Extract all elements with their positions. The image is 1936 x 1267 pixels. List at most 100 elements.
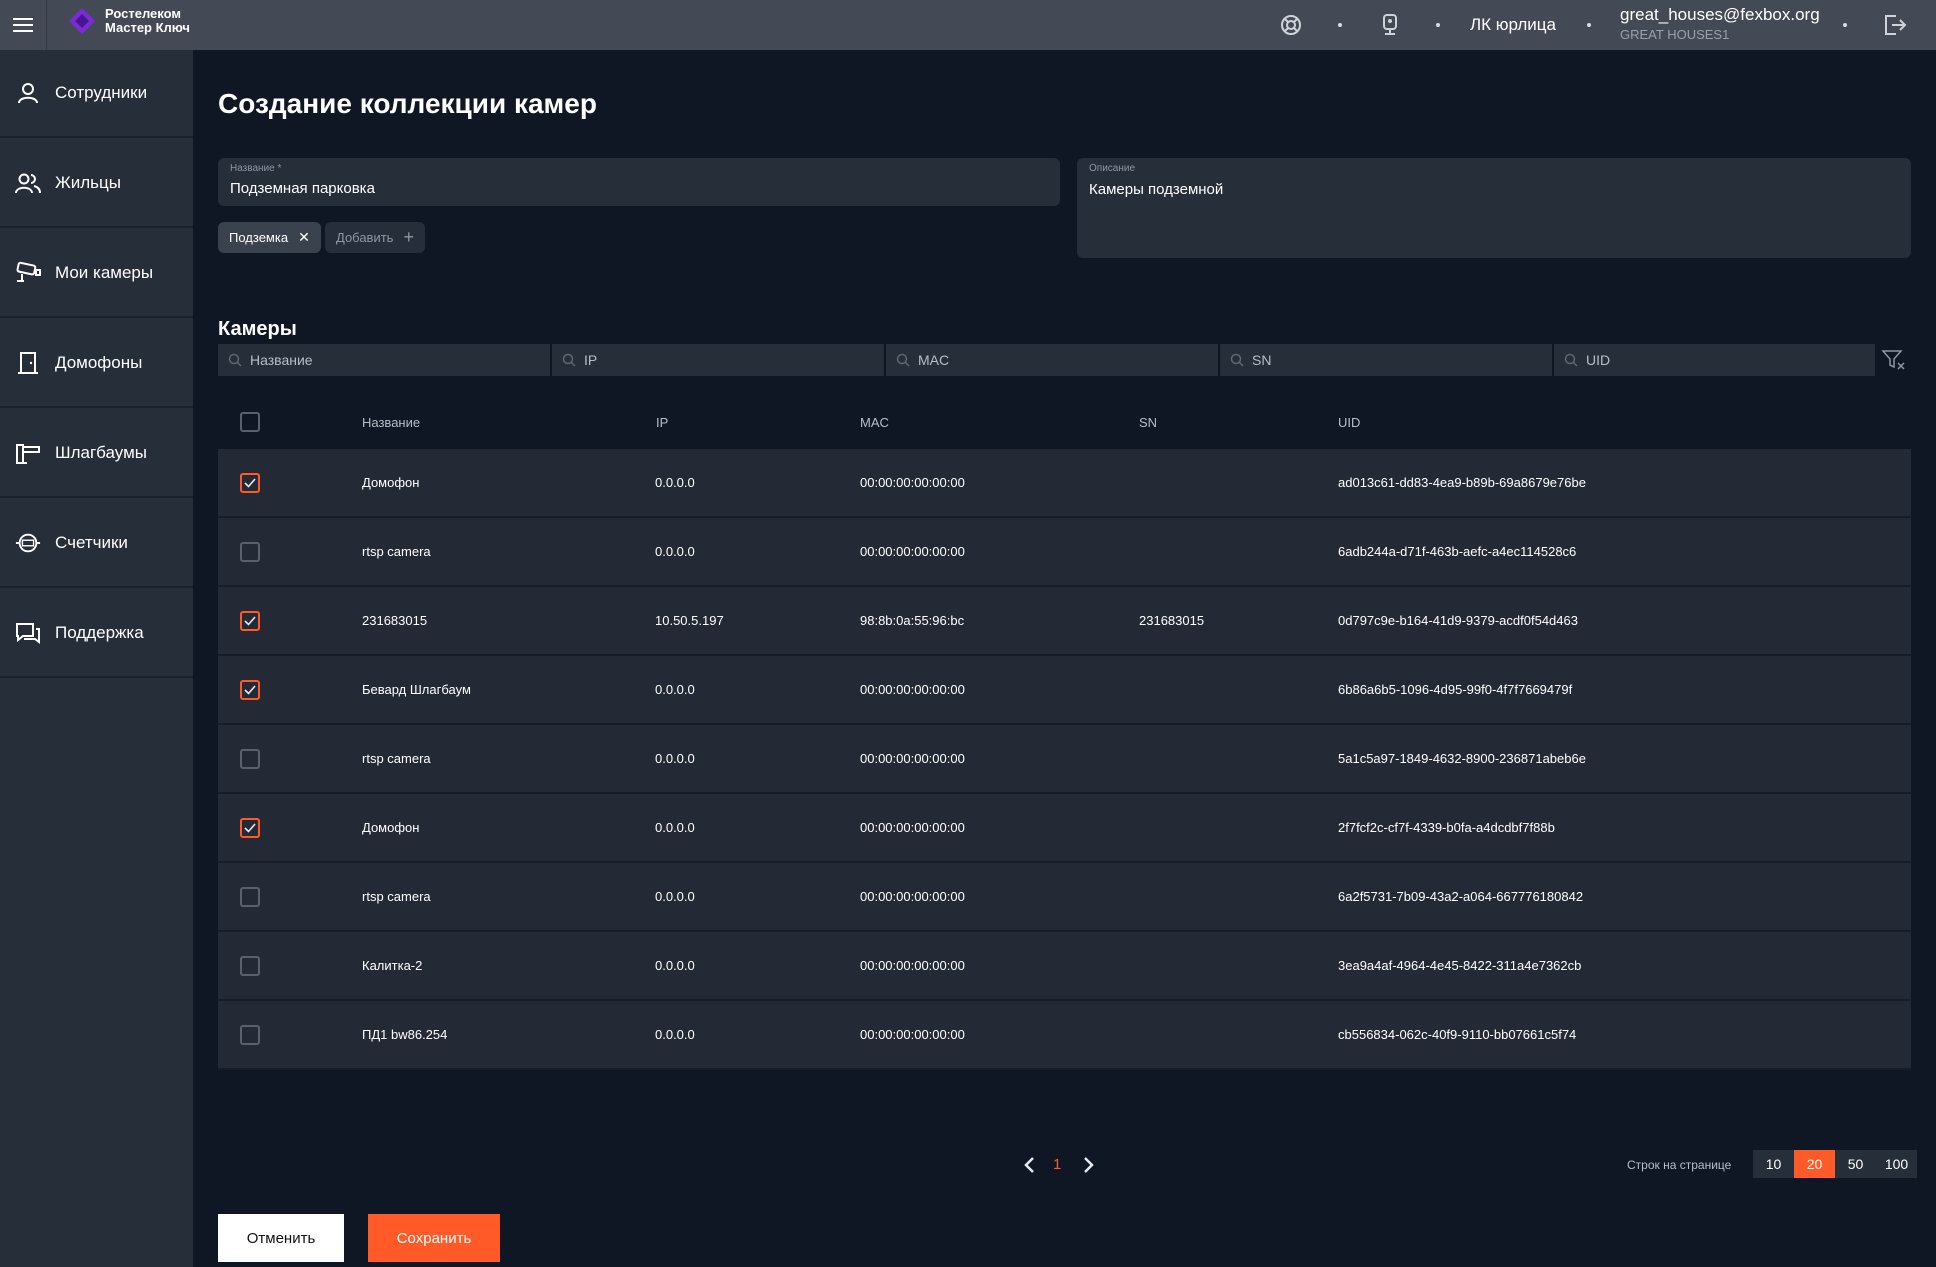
- table-row[interactable]: Калитка-2 0.0.0.0 00:00:00:00:00:00 3ea9a4a…: [218, 932, 1911, 1001]
- table-row[interactable]: 231683015 10.50.5.197 98:8b:0a:55:96:bc 231…: [218, 587, 1911, 656]
- row-checkbox[interactable]: [240, 611, 260, 631]
- help-button[interactable]: [1276, 0, 1306, 50]
- devices-button[interactable]: [1375, 0, 1405, 50]
- row-checkbox[interactable]: [240, 887, 260, 907]
- sidebar-item-residents[interactable]: Жильцы: [0, 140, 193, 228]
- current-page[interactable]: 1: [1053, 1156, 1061, 1173]
- search-icon: [562, 353, 576, 367]
- clear-filters-button[interactable]: [1877, 344, 1911, 376]
- sidebar-item-employees[interactable]: Сотрудники: [0, 50, 193, 138]
- rows-option-10[interactable]: 10: [1753, 1150, 1794, 1178]
- name-field-label: Название *: [230, 163, 282, 174]
- table-row[interactable]: rtsp camera 0.0.0.0 00:00:00:00:00:00 6adb2…: [218, 518, 1911, 587]
- table-row[interactable]: ПД1 bw86.254 0.0.0.0 00:00:00:00:00:00 cb55…: [218, 1001, 1911, 1070]
- row-checkbox[interactable]: [240, 680, 260, 700]
- sidebar-item-barriers[interactable]: Шлагбаумы: [0, 410, 193, 498]
- cell-ip: 0.0.0.0: [655, 889, 695, 904]
- logout-button[interactable]: [1880, 0, 1910, 50]
- column-header-mac[interactable]: MAC: [860, 415, 889, 430]
- account-type-label: ЛК юрлица: [1469, 15, 1556, 34]
- column-header-name[interactable]: Название: [362, 415, 420, 430]
- door-icon: [15, 350, 41, 376]
- logo[interactable]: Ростелеком Мастер Ключ: [67, 6, 205, 36]
- checkmark-icon: [244, 823, 256, 833]
- column-header-uid[interactable]: UID: [1338, 415, 1360, 430]
- cell-ip: 0.0.0.0: [655, 475, 695, 490]
- cell-ip: 0.0.0.0: [655, 1027, 695, 1042]
- sidebar-item-label: Счетчики: [55, 533, 128, 552]
- cell-name: rtsp camera: [362, 751, 431, 766]
- next-page-button[interactable]: [1078, 1154, 1100, 1176]
- logo-line1: Ростелеком: [105, 6, 181, 21]
- cell-mac: 00:00:00:00:00:00: [860, 820, 965, 835]
- checkmark-icon: [244, 616, 256, 626]
- table-row[interactable]: Бевард Шлагбаум 0.0.0.0 00:00:00:00:00:00 6…: [218, 656, 1911, 725]
- cell-name: Калитка-2: [362, 958, 423, 973]
- table-row[interactable]: rtsp camera 0.0.0.0 00:00:00:00:00:00 6a2f5…: [218, 863, 1911, 932]
- search-icon: [228, 353, 242, 367]
- checkmark-icon: [244, 685, 256, 695]
- filter-row: Название IP MAC SN UID: [218, 344, 1911, 376]
- row-checkbox[interactable]: [240, 473, 260, 493]
- remove-tag-icon[interactable]: ✕: [298, 229, 310, 246]
- separator-dot: [1587, 23, 1591, 27]
- sidebar-item-intercoms[interactable]: Домофоны: [0, 320, 193, 408]
- filter-sn-placeholder: SN: [1252, 352, 1272, 368]
- cancel-button[interactable]: Отменить: [218, 1214, 344, 1262]
- row-checkbox[interactable]: [240, 749, 260, 769]
- sidebar-item-cameras[interactable]: Мои камеры: [0, 230, 193, 318]
- cell-mac: 00:00:00:00:00:00: [860, 1027, 965, 1042]
- filter-name-placeholder: Название: [250, 352, 313, 368]
- cell-mac: 98:8b:0a:55:96:bc: [860, 613, 965, 628]
- name-field[interactable]: Название * Подземная парковка: [218, 158, 1060, 206]
- column-header-sn[interactable]: SN: [1139, 415, 1157, 430]
- table-row[interactable]: Домофон 0.0.0.0 00:00:00:00:00:00 2f7fcf2c-…: [218, 794, 1911, 863]
- chevron-right-icon: [1084, 1157, 1094, 1173]
- barrier-icon: [15, 440, 41, 466]
- sidebar-item-support[interactable]: Поддержка: [0, 590, 193, 678]
- cell-uid: 6b86a6b5-1096-4d95-99f0-4f7f7669479f: [1338, 682, 1573, 697]
- prev-page-button[interactable]: [1018, 1154, 1040, 1176]
- user-info[interactable]: great_houses@fexbox.org GREAT HOUSES1: [1620, 5, 1820, 42]
- meter-icon: [15, 530, 41, 556]
- select-all-checkbox[interactable]: [240, 412, 260, 432]
- cell-sn: 231683015: [1139, 613, 1205, 628]
- filter-ip-input[interactable]: IP: [552, 344, 886, 376]
- row-checkbox[interactable]: [240, 1025, 260, 1045]
- filter-sn-input[interactable]: SN: [1220, 344, 1554, 376]
- rows-option-50[interactable]: 50: [1835, 1150, 1876, 1178]
- cell-mac: 00:00:00:00:00:00: [860, 544, 965, 559]
- rows-option-20[interactable]: 20: [1794, 1150, 1835, 1178]
- page-title: Создание коллекции камер: [218, 88, 597, 119]
- row-checkbox[interactable]: [240, 542, 260, 562]
- sidebar: Сотрудники Жильцы Мои камеры Домофоны Шл…: [0, 50, 193, 1267]
- table-row[interactable]: rtsp camera 0.0.0.0 00:00:00:00:00:00 5a1c5…: [218, 725, 1911, 794]
- people-icon: [15, 170, 41, 196]
- sidebar-item-meters[interactable]: Счетчики: [0, 500, 193, 588]
- row-checkbox[interactable]: [240, 956, 260, 976]
- add-tag-button[interactable]: Добавить +: [325, 222, 425, 253]
- cell-mac: 00:00:00:00:00:00: [860, 958, 965, 973]
- description-field[interactable]: Описание Камеры подземной: [1077, 158, 1911, 258]
- cell-name: rtsp camera: [362, 544, 431, 559]
- table-header: Название IP MAC SN UID: [218, 395, 1911, 449]
- filter-name-input[interactable]: Название: [218, 344, 552, 376]
- column-header-ip[interactable]: IP: [656, 415, 668, 430]
- hamburger-menu-button[interactable]: [0, 0, 47, 50]
- logo-text: Ростелеком Мастер Ключ: [105, 7, 205, 35]
- save-button[interactable]: Сохранить: [368, 1214, 500, 1262]
- cell-name: Домофон: [362, 820, 420, 835]
- add-tag-label: Добавить: [336, 230, 394, 245]
- camera-icon: [15, 260, 41, 286]
- filter-mac-input[interactable]: MAC: [886, 344, 1220, 376]
- logout-icon: [1885, 15, 1907, 35]
- rows-per-page-label: Строк на странице: [1627, 1158, 1732, 1172]
- filter-uid-input[interactable]: UID: [1554, 344, 1877, 376]
- rows-option-100[interactable]: 100: [1876, 1150, 1917, 1178]
- account-type[interactable]: ЛК юрлица: [1466, 0, 1560, 50]
- row-checkbox[interactable]: [240, 818, 260, 838]
- sidebar-item-label: Шлагбаумы: [55, 443, 147, 462]
- table-row[interactable]: Домофон 0.0.0.0 00:00:00:00:00:00 ad013c61-…: [218, 449, 1911, 518]
- cell-mac: 00:00:00:00:00:00: [860, 889, 965, 904]
- sidebar-item-label: Домофоны: [55, 353, 143, 372]
